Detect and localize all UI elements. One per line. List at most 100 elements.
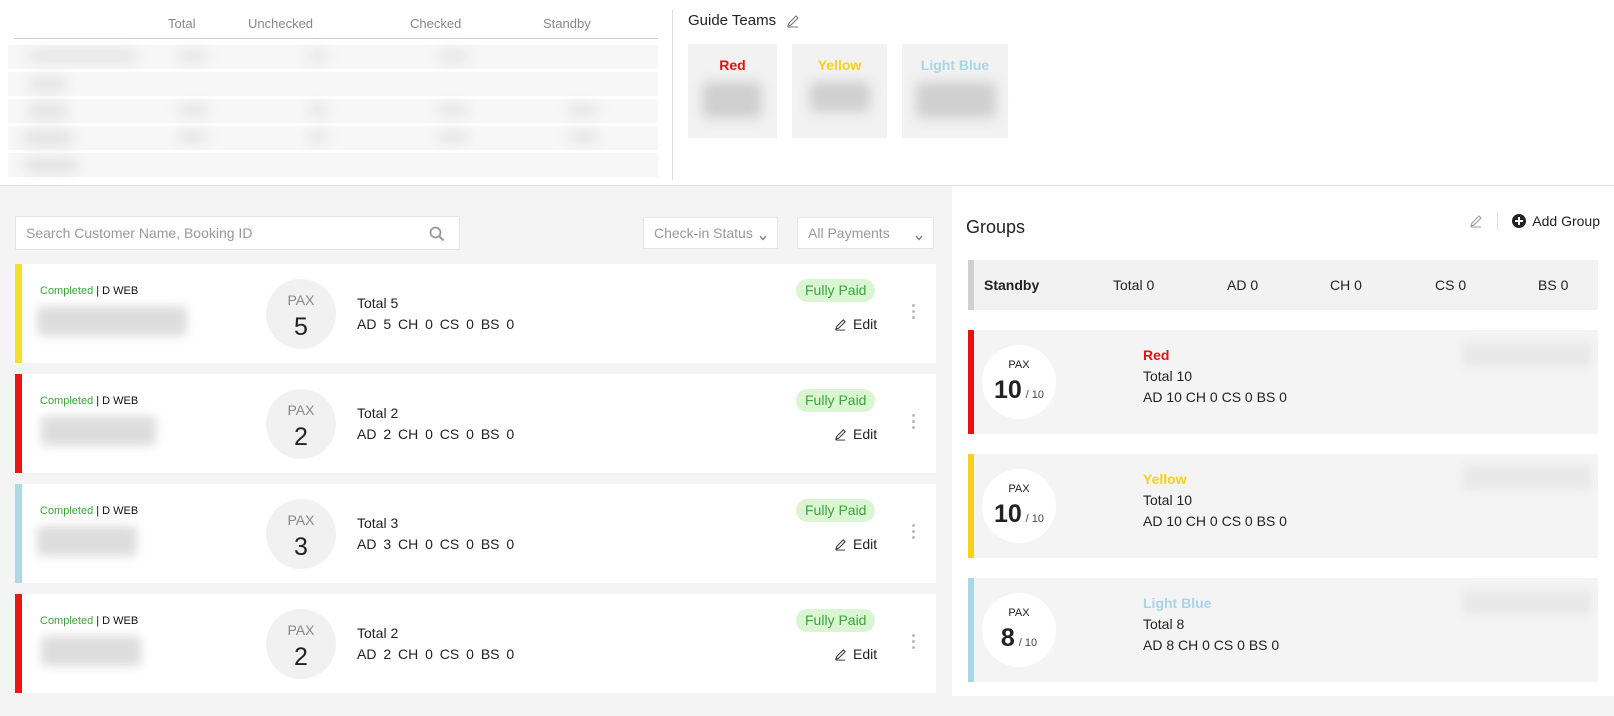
booking-total: Total 3 [357, 515, 399, 531]
payment-status-badge: Fully Paid [796, 499, 876, 522]
group-pax-count: 10 [993, 500, 1022, 528]
booking-total: Total 2 [357, 405, 399, 421]
guide-team-name: Yellow [817, 57, 862, 73]
guide-team-name: Red [719, 57, 746, 73]
pax-count: 2 [294, 643, 308, 671]
pax-badge: PAX 3 [266, 499, 336, 569]
summary-row [8, 126, 658, 150]
guide-teams-header: Guide Teams [688, 12, 800, 29]
summary-header-checked: Checked [410, 16, 462, 31]
edit-booking-button[interactable]: Edit [834, 646, 877, 662]
customer-name-redacted [37, 526, 137, 556]
standby-label: Standby [984, 277, 1040, 293]
edit-booking-button[interactable]: Edit [834, 536, 877, 552]
group-color-bar [15, 594, 22, 693]
booking-card[interactable]: Completed | D WEB PAX 2 Total 2 AD 2 CH … [15, 374, 936, 473]
pax-count: 3 [294, 533, 308, 561]
add-group-button[interactable]: Add Group [1512, 213, 1600, 229]
group-pax-count: 10 [993, 376, 1022, 404]
summary-header-standby: Standby [543, 16, 591, 31]
chevron-down-icon [915, 229, 923, 241]
group-color-bar [968, 578, 974, 682]
group-total: Total 10 [1143, 368, 1193, 384]
summary-header-unchecked: Unchecked [248, 16, 314, 31]
summary-header-total: Total [168, 16, 196, 31]
pax-badge: PAX 2 [266, 609, 336, 679]
pencil-icon [835, 648, 846, 661]
panel-divider [672, 10, 673, 180]
booking-total: Total 2 [357, 625, 399, 641]
top-summary-panel: Total Unchecked Checked Standby Guide Te… [0, 0, 1614, 186]
payment-status-badge: Fully Paid [796, 279, 876, 302]
more-options-icon[interactable] [910, 524, 916, 542]
checkin-status-select[interactable]: Check-in Status [643, 217, 778, 249]
toolbar-separator [1497, 212, 1499, 230]
booking-status: Completed | D WEB [40, 505, 139, 517]
guide-name-redacted [1463, 590, 1591, 614]
group-color-bar [968, 330, 974, 434]
booking-card[interactable]: Completed | D WEB PAX 2 Total 2 AD 2 CH … [15, 594, 936, 693]
group-pax-capacity: / 10 [1025, 513, 1045, 525]
more-options-icon[interactable] [910, 414, 916, 432]
edit-booking-button[interactable]: Edit [834, 426, 877, 442]
pax-badge: PAX 5 [266, 279, 336, 349]
checkin-status-value: Check-in Status [654, 225, 753, 241]
booking-breakdown: AD 5 CH 0 CS 0 BS 0 [357, 316, 515, 332]
search-icon[interactable] [429, 226, 445, 242]
guide-team-name: Light Blue [920, 57, 990, 73]
booking-status: Completed | D WEB [40, 615, 139, 627]
group-color-bar [15, 264, 22, 363]
more-options-icon[interactable] [910, 304, 916, 322]
pencil-icon [835, 428, 846, 441]
customer-name-redacted [41, 416, 156, 446]
group-pax-capacity: / 10 [1018, 637, 1038, 649]
edit-booking-button[interactable]: Edit [834, 316, 877, 332]
search-input[interactable] [16, 217, 396, 249]
guide-team-red[interactable]: Red [688, 44, 777, 138]
more-options-icon[interactable] [910, 634, 916, 652]
group-card-red[interactable]: PAX 10 / 10 Red Total 10 AD 10 CH 0 CS 0… [968, 330, 1598, 434]
group-color-bar [15, 374, 22, 473]
group-card-light-blue[interactable]: PAX 8 / 10 Light Blue Total 8 AD 8 CH 0 … [968, 578, 1598, 682]
group-total: Total 10 [1143, 492, 1193, 508]
groups-toolbar: Add Group [1469, 212, 1600, 230]
booking-breakdown: AD 3 CH 0 CS 0 BS 0 [357, 536, 515, 552]
booking-status: Completed | D WEB [40, 285, 139, 297]
group-pax-badge: PAX 8 / 10 [982, 593, 1056, 667]
standby-total: Total 0 [1113, 277, 1155, 293]
group-pax-badge: PAX 10 / 10 [982, 469, 1056, 543]
group-name: Light Blue [1143, 595, 1212, 611]
group-color-bar [968, 454, 974, 558]
pencil-icon[interactable] [1469, 214, 1483, 228]
guide-name-redacted [1463, 342, 1591, 366]
standby-color-bar [968, 260, 974, 310]
group-pax-badge: PAX 10 / 10 [982, 345, 1056, 419]
summary-row [8, 72, 658, 96]
group-card-yellow[interactable]: PAX 10 / 10 Yellow Total 10 AD 10 CH 0 C… [968, 454, 1598, 558]
booking-breakdown: AD 2 CH 0 CS 0 BS 0 [357, 646, 515, 662]
pax-count: 5 [294, 313, 308, 341]
guide-team-light-blue[interactable]: Light Blue [902, 44, 1008, 138]
payment-status-badge: Fully Paid [796, 389, 876, 412]
group-breakdown: AD 10 CH 0 CS 0 BS 0 [1143, 513, 1287, 529]
groups-panel: Groups Add Group Standby Total 0 AD 0 CH… [952, 186, 1614, 696]
group-breakdown: AD 10 CH 0 CS 0 BS 0 [1143, 389, 1287, 405]
guide-teams-title: Guide Teams [688, 12, 777, 29]
booking-card[interactable]: Completed | D WEB PAX 5 Total 5 AD 5 CH … [15, 264, 936, 363]
group-total: Total 8 [1143, 616, 1185, 632]
group-pax-count: 8 [1000, 624, 1015, 652]
guide-team-yellow[interactable]: Yellow [792, 44, 887, 138]
group-breakdown: AD 8 CH 0 CS 0 BS 0 [1143, 637, 1280, 653]
payments-select[interactable]: All Payments [797, 217, 934, 249]
summary-row [8, 99, 658, 123]
pencil-icon[interactable] [786, 14, 800, 28]
payments-value: All Payments [808, 225, 890, 241]
pencil-icon [835, 538, 846, 551]
guide-name-redacted [1463, 466, 1591, 490]
standby-group-row[interactable]: Standby Total 0 AD 0 CH 0 CS 0 BS 0 [968, 260, 1598, 310]
booking-status: Completed | D WEB [40, 395, 139, 407]
booking-card[interactable]: Completed | D WEB PAX 3 Total 3 AD 3 CH … [15, 484, 936, 583]
pencil-icon [835, 318, 846, 331]
summary-row [8, 45, 658, 69]
standby-cs: CS 0 [1435, 277, 1467, 293]
